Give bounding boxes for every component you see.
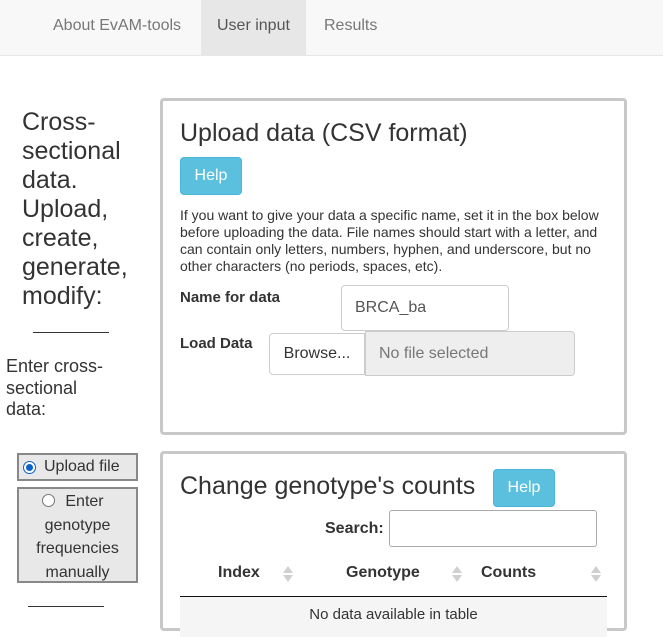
upload-help-button[interactable]: Help [180,157,242,195]
tab-results[interactable]: Results [308,0,393,55]
navbar: About EvAM-tools User input Results [0,0,663,56]
name-for-data-input[interactable]: BRCA_ba [341,285,509,331]
search-label: Search: [325,520,384,537]
genotype-counts-panel: Change genotype's counts Help Search: In… [160,451,627,637]
radio-upload-file[interactable]: Upload file [17,453,138,481]
name-for-data-label: Name for data [180,289,281,306]
file-name-display[interactable]: No file selected [365,331,575,376]
radio-manual-label: Enter genotype frequencies manually [36,493,119,581]
counts-panel-title: Change genotype's counts [180,472,476,500]
sort-icon[interactable] [283,565,293,583]
empty-table-message: No data available in table [309,606,478,623]
tab-user-input[interactable]: User input [201,0,306,55]
tab-about[interactable]: About EvAM-tools [37,0,197,55]
sidebar-divider-bottom [28,606,104,607]
counts-help-button[interactable]: Help [493,469,555,507]
upload-description: If you want to give your data a specific… [180,207,599,274]
radio-selected-icon[interactable] [23,461,36,474]
sort-icon[interactable] [452,565,462,583]
radio-upload-label: Upload file [44,458,120,475]
column-header-genotype[interactable]: Genotype [346,564,420,582]
enter-data-label: Enter cross-sectional data: [6,356,104,419]
column-header-counts[interactable]: Counts [481,564,536,582]
upload-panel-title: Upload data (CSV format) [180,119,468,147]
radio-manual-entry[interactable]: Enter genotype frequencies manually [17,487,138,583]
sort-icon[interactable] [591,565,601,583]
table-empty-row: No data available in table [180,597,607,637]
search-input[interactable] [389,510,597,547]
sidebar-divider-top [33,332,109,333]
load-data-label: Load Data [180,335,253,352]
sidebar-title: Cross-sectional data. Upload, create, ge… [22,108,128,310]
upload-panel: Upload data (CSV format) Help If you wan… [160,98,627,435]
column-header-index[interactable]: Index [218,564,260,582]
browse-button[interactable]: Browse... [269,333,365,375]
